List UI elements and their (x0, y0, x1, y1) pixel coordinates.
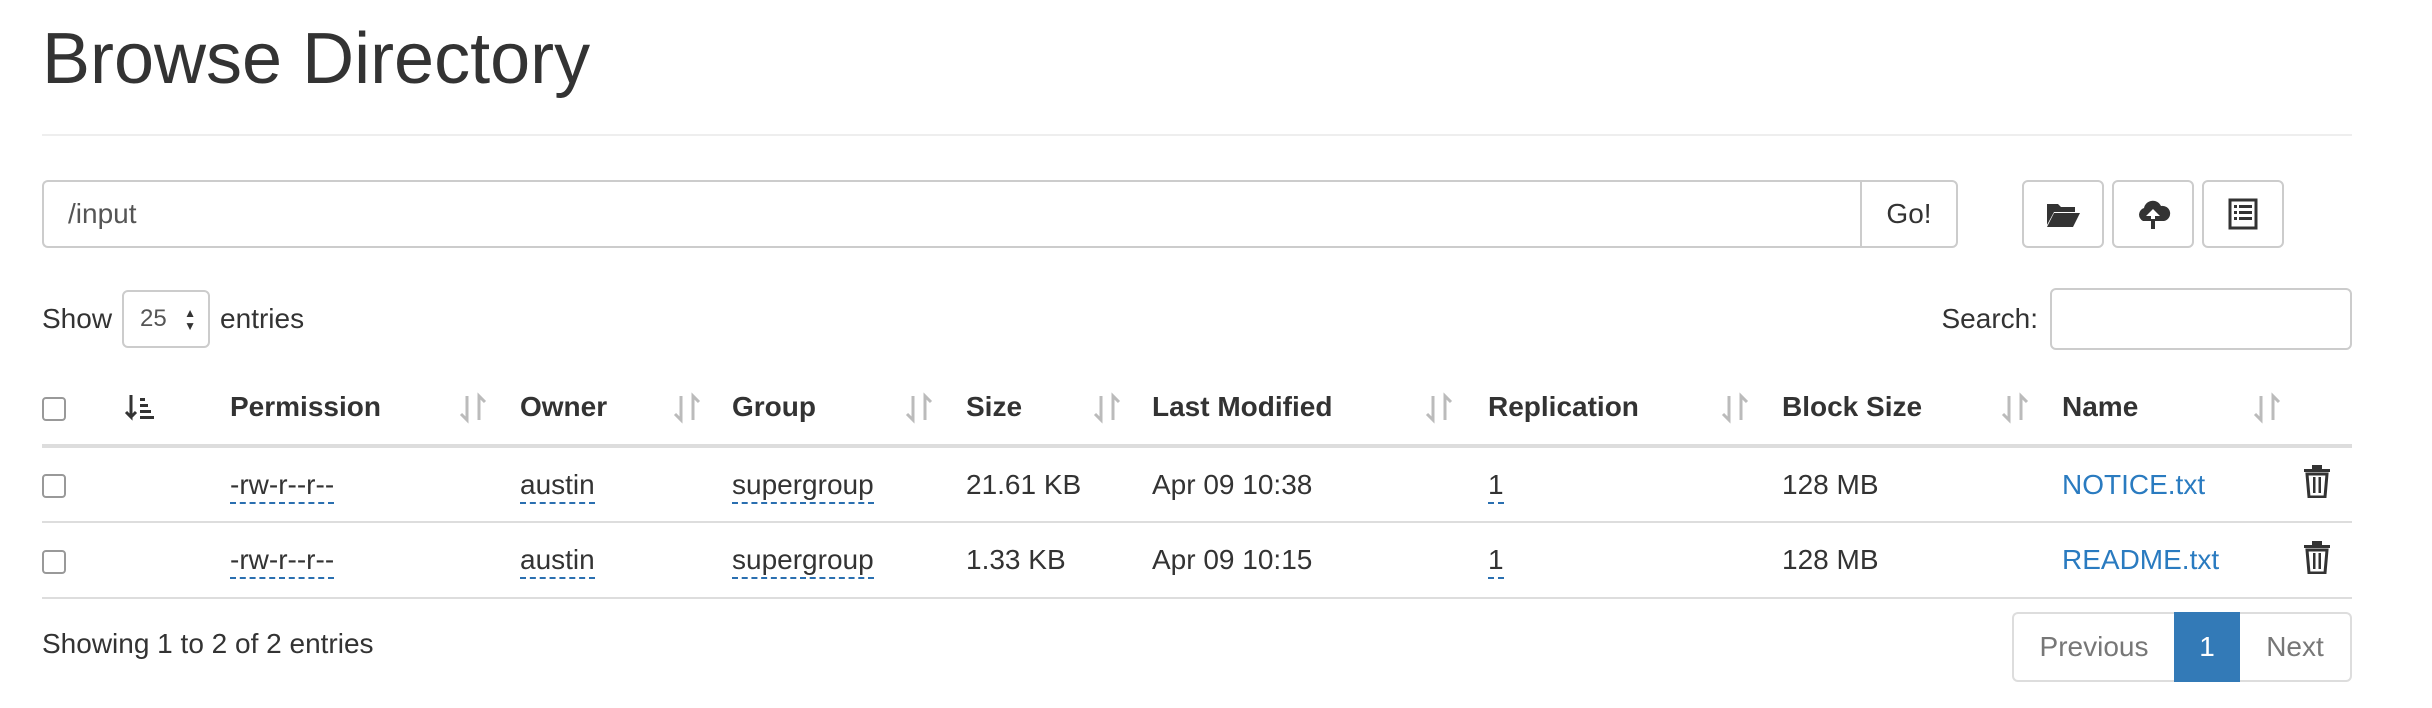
replication-cell[interactable]: 1 (1488, 468, 1504, 504)
sort-both-icon (1093, 392, 1121, 424)
entries-per-page-select[interactable]: 25 ▲ ▼ (122, 290, 211, 348)
search-input[interactable] (2050, 288, 2352, 350)
file-name-link[interactable]: NOTICE.txt (2062, 469, 2205, 500)
owner-header[interactable]: Owner (520, 370, 732, 448)
cut-paste-button[interactable] (2202, 180, 2284, 248)
sort-both-icon (2253, 392, 2281, 424)
block-size-header-label: Block Size (1782, 391, 1923, 422)
block-size-header[interactable]: Block Size (1782, 370, 2062, 448)
previous-page-button[interactable]: Previous (2012, 612, 2174, 682)
table-row: -rw-r--r-- austin supergroup 21.61 KB Ap… (42, 446, 2352, 523)
name-header[interactable]: Name (2062, 370, 2302, 448)
size-header-label: Size (966, 391, 1023, 422)
last-modified-header-label: Last Modified (1152, 391, 1333, 422)
sort-asc-icon (124, 395, 154, 421)
permission-cell[interactable]: -rw-r--r-- (230, 468, 335, 504)
row-checkbox[interactable] (42, 474, 66, 499)
owner-header-label: Owner (520, 391, 608, 422)
group-cell[interactable]: supergroup (732, 468, 874, 504)
table-header-row: Permission Owner Group Size Last Modifie… (42, 370, 2352, 448)
select-all-header (42, 370, 124, 448)
list-alt-icon (2228, 198, 2258, 230)
replication-cell[interactable]: 1 (1488, 544, 1504, 579)
pagination: Previous 1 Next (2012, 612, 2352, 682)
title-divider (42, 134, 2352, 136)
sort-both-icon (673, 392, 701, 424)
create-directory-button[interactable] (2022, 180, 2104, 248)
last-modified-cell: Apr 09 10:15 (1152, 544, 1313, 575)
size-cell: 1.33 KB (966, 544, 1066, 575)
block-size-cell: 128 MB (1782, 544, 1879, 575)
folder-open-icon (2047, 204, 2080, 227)
path-input[interactable] (42, 180, 1860, 248)
trash-icon (2304, 540, 2330, 574)
file-table: Permission Owner Group Size Last Modifie… (42, 370, 2352, 599)
table-info: Showing 1 to 2 of 2 entries (42, 628, 374, 659)
name-header-label: Name (2062, 391, 2139, 422)
cloud-upload-icon (2139, 200, 2171, 229)
owner-cell[interactable]: austin (520, 468, 595, 504)
show-label: Show (42, 303, 113, 334)
group-header[interactable]: Group (732, 370, 966, 448)
last-modified-cell: Apr 09 10:38 (1152, 468, 1313, 500)
go-button[interactable]: Go! (1860, 180, 1958, 248)
table-row: -rw-r--r-- austin supergroup 1.33 KB Apr… (42, 522, 2352, 599)
index-sort-header[interactable] (124, 370, 230, 448)
size-header[interactable]: Size (966, 370, 1152, 448)
sort-both-icon (905, 392, 933, 424)
row-checkbox[interactable] (42, 549, 66, 574)
entries-label: entries (220, 303, 305, 334)
actions-header (2302, 370, 2352, 448)
file-name-link[interactable]: README.txt (2062, 544, 2219, 575)
entries-per-page-value: 25 (140, 305, 167, 332)
path-bar: Go! (42, 180, 1958, 248)
sort-both-icon (1721, 392, 1749, 424)
sort-both-icon (459, 392, 487, 424)
delete-button[interactable] (2302, 446, 2352, 523)
group-cell[interactable]: supergroup (732, 544, 874, 579)
sort-both-icon (2001, 392, 2029, 424)
table-search: Search: (1941, 288, 2352, 350)
current-page-button[interactable]: 1 (2174, 612, 2240, 682)
permission-header[interactable]: Permission (230, 370, 520, 448)
upload-button[interactable] (2112, 180, 2194, 248)
last-modified-header[interactable]: Last Modified (1152, 370, 1488, 448)
sort-both-icon (1425, 392, 1453, 424)
select-all-checkbox[interactable] (42, 396, 66, 421)
owner-cell[interactable]: austin (520, 544, 595, 579)
select-arrows-icon: ▲ ▼ (184, 306, 197, 333)
size-cell: 21.61 KB (966, 468, 1082, 500)
permission-header-label: Permission (230, 391, 381, 422)
block-size-cell: 128 MB (1782, 468, 1879, 500)
replication-header[interactable]: Replication (1488, 370, 1782, 448)
search-label: Search: (1941, 303, 2039, 334)
next-page-button[interactable]: Next (2240, 612, 2352, 682)
replication-header-label: Replication (1488, 391, 1639, 422)
group-header-label: Group (732, 391, 816, 422)
page-title: Browse Directory (42, 19, 591, 99)
delete-button[interactable] (2302, 522, 2352, 599)
entries-length: Show 25 ▲ ▼ entries (42, 290, 304, 348)
permission-cell[interactable]: -rw-r--r-- (230, 544, 335, 579)
trash-icon (2304, 465, 2330, 499)
